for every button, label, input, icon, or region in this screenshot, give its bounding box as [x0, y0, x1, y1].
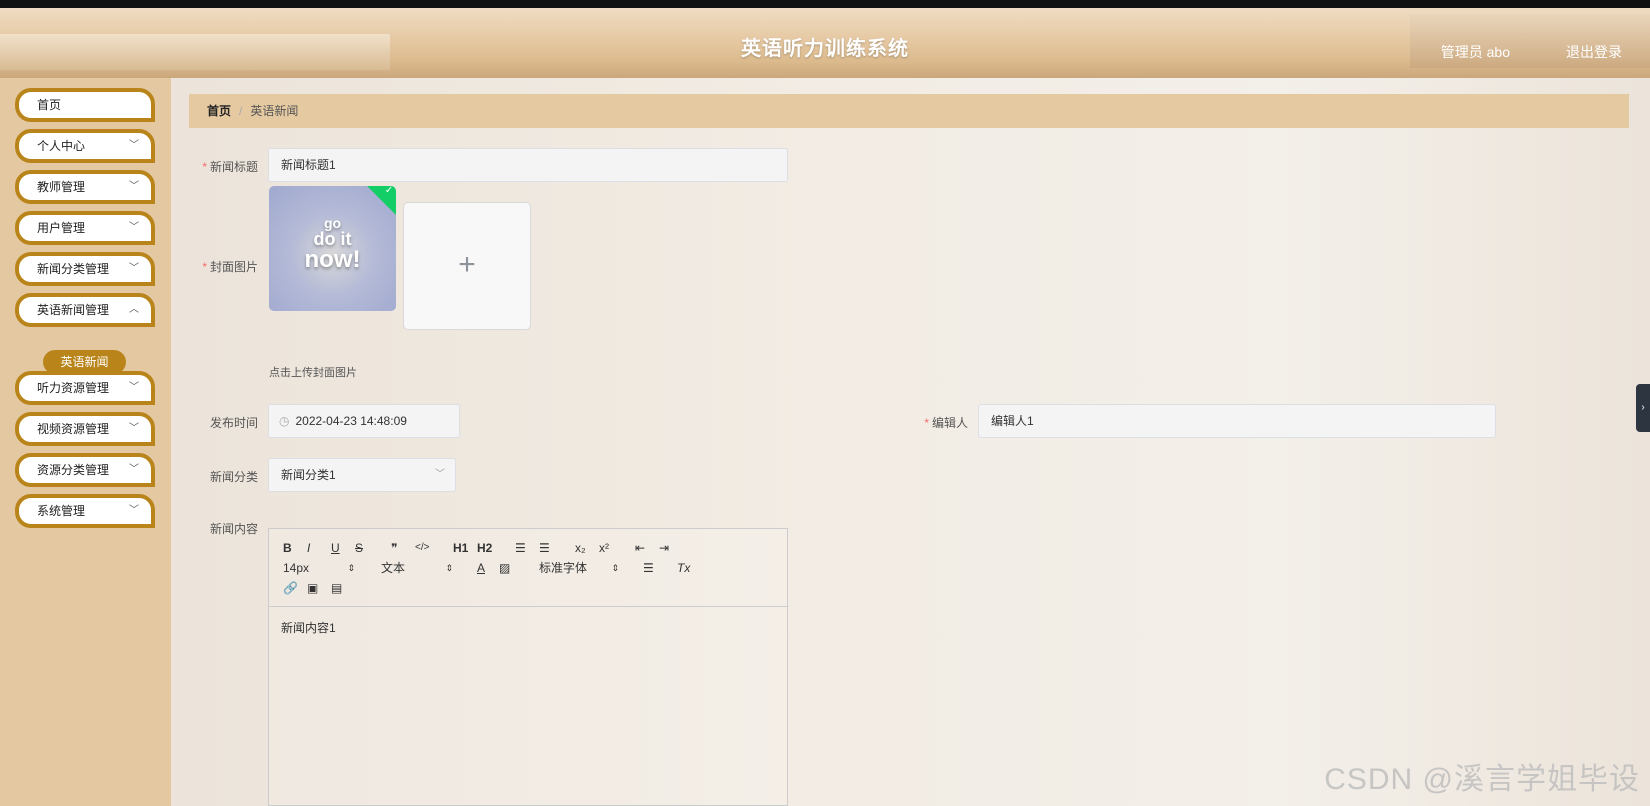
editor-toolbar: B I U S ❞ </> H1 H2 ☰ ☰ x₂ x² ⇤ ⇥ 14px ⇕ … [269, 529, 787, 607]
chevron-down-icon: ﹀ [129, 464, 139, 475]
breadcrumb-current: 英语新闻 [250, 104, 299, 118]
editor-label: * 编辑人 [924, 416, 968, 430]
cover-image-label: * 封面图片 [202, 260, 258, 274]
app-header: 英语听力训练系统 管理员 abo 退出登录 [0, 8, 1650, 78]
sidebar-item-system-management[interactable]: 系统管理 ﹀ [15, 494, 155, 528]
app-title: 英语听力训练系统 [741, 38, 909, 60]
chevron-up-icon: ︿ [129, 304, 139, 315]
header-select[interactable]: 文本 ⇕ [381, 559, 453, 577]
sidebar-item-label: 资源分类管理 [37, 463, 110, 477]
news-title-input[interactable]: 新闻标题1 [268, 148, 788, 182]
chevron-down-icon: ﹀ [129, 222, 139, 233]
italic-button[interactable]: I [307, 539, 310, 557]
cover-image-thumbnail[interactable]: go do it now! ✓ [269, 186, 396, 311]
cover-image-art: go do it now! [304, 215, 361, 273]
code-block-button[interactable]: </> [415, 539, 429, 557]
link-icon[interactable]: 🔗 [283, 579, 298, 597]
cover-upload-button[interactable]: + [403, 202, 531, 330]
sidebar-item-label: 教师管理 [37, 180, 86, 194]
strike-button[interactable]: S [355, 539, 363, 557]
header-1-button[interactable]: H1 [453, 539, 468, 557]
top-black-bar [0, 0, 1650, 8]
publish-time-label: 发布时间 [209, 416, 258, 430]
ordered-list-icon[interactable]: ☰ [515, 539, 526, 557]
select-arrows-icon: ⇕ [347, 563, 355, 573]
chevron-down-icon: ﹀ [129, 423, 139, 434]
sidebar-item-resource-category-management[interactable]: 资源分类管理 ﹀ [15, 453, 155, 487]
cover-upload-tip: 点击上传封面图片 [269, 367, 357, 379]
breadcrumb-home[interactable]: 首页 [207, 104, 231, 118]
rich-text-editor: B I U S ❞ </> H1 H2 ☰ ☰ x₂ x² ⇤ ⇥ 14px ⇕ … [268, 528, 788, 806]
breadcrumb: 首页 / 英语新闻 [189, 94, 1629, 128]
breadcrumb-separator: / [239, 104, 243, 118]
image-icon[interactable]: ▣ [307, 579, 318, 597]
indent-icon[interactable]: ⇥ [659, 539, 669, 557]
editor-input[interactable]: 编辑人1 [978, 404, 1496, 438]
chevron-down-icon: ﹀ [435, 469, 445, 480]
side-panel-toggle[interactable]: › [1636, 384, 1650, 432]
font-family-select[interactable]: 标准字体 ⇕ [539, 559, 619, 577]
news-category-label: 新闻分类 [209, 470, 258, 484]
blockquote-button[interactable]: ❞ [391, 539, 397, 557]
chevron-down-icon: ﹀ [129, 382, 139, 393]
underline-button[interactable]: U [331, 539, 340, 557]
outdent-icon[interactable]: ⇤ [635, 539, 645, 557]
news-category-select[interactable]: 新闻分类1 ﹀ [268, 458, 456, 492]
align-icon[interactable]: ☰ [643, 559, 654, 577]
sidebar-item-label: 个人中心 [37, 139, 86, 153]
chevron-down-icon: ﹀ [129, 263, 139, 274]
clean-format-icon[interactable]: Tx [677, 559, 690, 577]
sidebar-item-news-category-management[interactable]: 新闻分类管理 ﹀ [15, 252, 155, 286]
sidebar-item-english-news-management[interactable]: 英语新闻管理 ︿ [15, 293, 155, 327]
sidebar-item-teacher-management[interactable]: 教师管理 ﹀ [15, 170, 155, 204]
editor-content-area[interactable]: 新闻内容1 [281, 619, 336, 636]
chevron-down-icon: ﹀ [129, 505, 139, 516]
sidebar-item-label: 英语新闻管理 [37, 303, 110, 317]
sidebar-menu: 首页 个人中心 ﹀ 教师管理 ﹀ 用户管理 ﹀ 新闻分类管理 ﹀ 英语新闻管理 ︿ 英语新… [0, 78, 171, 806]
sidebar-item-home[interactable]: 首页 [15, 88, 155, 122]
logout-link[interactable]: 退出登录 [1566, 42, 1622, 62]
sidebar-item-video-resource-management[interactable]: 视频资源管理 ﹀ [15, 412, 155, 446]
sidebar-item-label: 听力资源管理 [37, 381, 110, 395]
chevron-down-icon: ﹀ [129, 140, 139, 151]
subscript-button[interactable]: x₂ [575, 539, 586, 557]
upload-success-check-icon: ✓ [367, 186, 396, 215]
sidebar-item-label: 首页 [37, 98, 62, 112]
sidebar-item-label: 用户管理 [37, 221, 86, 235]
select-arrows-icon: ⇕ [445, 563, 453, 573]
chevron-down-icon: ﹀ [129, 181, 139, 192]
font-size-select[interactable]: 14px ⇕ [283, 559, 355, 577]
sidebar-item-label: 新闻分类管理 [37, 262, 110, 276]
font-color-icon[interactable]: A [477, 559, 485, 577]
publish-time-picker[interactable]: ◷ 2022-04-23 14:48:09 [268, 404, 460, 438]
bold-button[interactable]: B [283, 539, 292, 557]
sidebar-item-personal-center[interactable]: 个人中心 ﹀ [15, 129, 155, 163]
current-user: 管理员 abo [1440, 44, 1510, 60]
sidebar-item-label: 视频资源管理 [37, 422, 110, 436]
watermark: CSDN @溪言学姐毕设 [1324, 763, 1640, 796]
superscript-button[interactable]: x² [599, 539, 609, 557]
sidebar-item-label: 系统管理 [37, 504, 86, 518]
video-icon[interactable]: ▤ [331, 579, 342, 597]
select-arrows-icon: ⇕ [611, 563, 619, 573]
sidebar-item-listening-resource-management[interactable]: 听力资源管理 ﹀ [15, 371, 155, 405]
clock-icon: ◷ [279, 414, 290, 428]
news-title-label: * 新闻标题 [202, 160, 258, 174]
background-color-icon[interactable]: ▨ [499, 559, 510, 577]
bullet-list-icon[interactable]: ☰ [539, 539, 550, 557]
header-2-button[interactable]: H2 [477, 539, 492, 557]
news-content-label: 新闻内容 [209, 522, 258, 536]
sidebar-item-user-management[interactable]: 用户管理 ﹀ [15, 211, 155, 245]
